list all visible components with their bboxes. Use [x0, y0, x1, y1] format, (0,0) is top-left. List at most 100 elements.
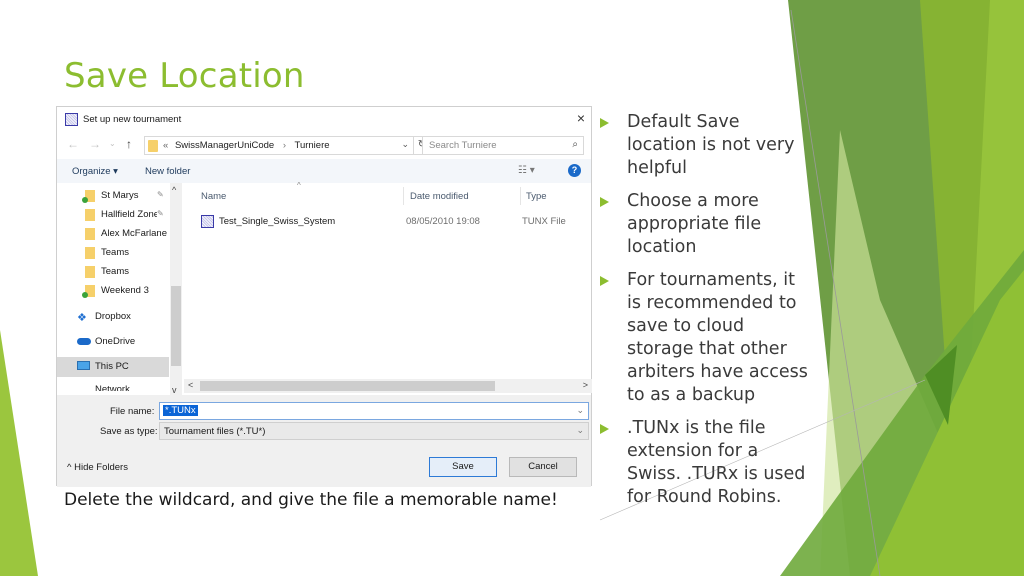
slide-caption: Delete the wildcard, and give the file a…	[64, 490, 558, 510]
triangle-bullet-icon	[600, 118, 609, 128]
breadcrumb-item[interactable]: Turniere	[295, 140, 330, 151]
file-list: ^ Name Date modified Type Test_Single_Sw…	[184, 181, 592, 379]
search-placeholder: Search Turniere	[429, 140, 497, 151]
help-icon[interactable]: ?	[568, 164, 581, 177]
scroll-down-icon[interactable]: v	[172, 385, 177, 395]
dialog-titlebar: Set up new tournament ×	[57, 107, 591, 133]
nav-pane-scrollbar[interactable]: ^ v	[170, 183, 182, 395]
left-accent-shape	[0, 330, 38, 576]
column-header-type[interactable]: Type	[526, 191, 547, 202]
bullet-item: Default Save location is not very helpfu…	[597, 111, 812, 180]
column-header-name[interactable]: Name	[201, 191, 226, 202]
app-icon	[65, 113, 78, 126]
bullet-text: Default Save location is not very helpfu…	[627, 112, 795, 178]
breadcrumb: « SwissManagerUniCode › Turniere	[163, 140, 330, 151]
file-name: Test_Single_Swiss_System	[219, 216, 336, 227]
scrollbar-thumb[interactable]	[200, 381, 495, 391]
chevron-down-icon[interactable]: ⌄	[576, 425, 584, 436]
folder-icon	[148, 140, 158, 152]
file-name-label: File name:	[110, 406, 155, 417]
file-name-value[interactable]: *.TUNx	[163, 405, 198, 416]
dialog-title: Set up new tournament	[83, 114, 182, 125]
nav-item-weekend-3[interactable]: Weekend 3	[57, 281, 169, 301]
hide-folders-button[interactable]: ^ Hide Folders	[67, 462, 128, 473]
nav-item-teams[interactable]: Teams	[57, 262, 169, 282]
nav-item-label: This PC	[95, 361, 129, 372]
bullet-item: For tournaments, it is recommended to sa…	[597, 269, 812, 407]
nav-item-st-marys[interactable]: St Marys ✎	[57, 186, 169, 206]
view-options-icon[interactable]: ☷ ▾	[518, 165, 535, 176]
column-header-date-modified[interactable]: Date modified	[410, 191, 469, 202]
dropbox-icon: ❖	[77, 312, 87, 324]
scroll-left-icon[interactable]: <	[188, 380, 193, 390]
back-arrow-icon[interactable]: ←	[67, 137, 79, 151]
sync-check-icon	[82, 292, 88, 298]
nav-item-label: St Marys	[101, 190, 139, 201]
nav-item-network[interactable]: Network	[57, 379, 169, 391]
triangle-bullet-icon	[600, 276, 609, 286]
scroll-right-icon[interactable]: >	[583, 380, 588, 390]
scroll-up-icon[interactable]: ^	[172, 185, 176, 195]
nav-item-label: OneDrive	[95, 336, 136, 347]
nav-item-label: Alex McFarlane I	[101, 228, 171, 239]
save-button[interactable]: Save	[429, 457, 497, 477]
computer-icon	[77, 361, 90, 370]
bullet-text: For tournaments, it is recommended to sa…	[627, 270, 808, 405]
tournament-file-icon	[201, 215, 214, 228]
dialog-footer: File name: *.TUNx ⌄ Save as type: Tourna…	[57, 395, 591, 487]
bullet-text: .TUNx is the file extension for a Swiss.…	[627, 418, 806, 507]
triangle-bullet-icon	[600, 424, 609, 434]
nav-item-hallfield-zone[interactable]: Hallfield Zone ✎	[57, 205, 169, 225]
cancel-button[interactable]: Cancel	[509, 457, 577, 477]
breadcrumb-item[interactable]: SwissManagerUniCode	[175, 140, 274, 151]
nav-item-label: Teams	[101, 266, 129, 277]
navigation-pane: St Marys ✎ Hallfield Zone ✎ Alex McFarla…	[57, 183, 182, 393]
pin-icon: ✎	[157, 190, 164, 199]
search-input[interactable]: Search Turniere ⌕	[422, 136, 584, 155]
chevron-down-icon[interactable]: ⌄	[401, 139, 409, 150]
onedrive-cloud-icon	[77, 338, 91, 345]
new-folder-button[interactable]: New folder	[145, 166, 190, 177]
up-arrow-icon[interactable]: ↑	[126, 137, 132, 151]
save-file-dialog: Set up new tournament × ← → ⌄ ↑ « SwissM…	[56, 106, 592, 487]
bullet-item: Choose a more appropriate file location	[597, 190, 812, 259]
search-icon[interactable]: ⌕	[572, 139, 578, 150]
dialog-toolbar: Organize ▾ New folder ☷ ▾ ?	[57, 159, 591, 183]
organize-button[interactable]: Organize ▾	[72, 166, 118, 177]
sort-ascending-icon: ^	[297, 181, 301, 190]
chevron-down-icon[interactable]: ⌄	[576, 405, 584, 416]
folder-icon	[85, 266, 95, 278]
nav-item-alex-mcfarlane[interactable]: Alex McFarlane I	[57, 224, 171, 244]
forward-arrow-icon[interactable]: →	[89, 137, 101, 151]
triangle-bullet-icon	[600, 197, 609, 207]
bullet-list: Default Save location is not very helpfu…	[597, 111, 812, 519]
nav-item-label: Teams	[101, 247, 129, 258]
file-list-horizontal-scrollbar[interactable]: < >	[184, 379, 592, 393]
slide-title: Save Location	[64, 56, 305, 96]
nav-item-label: Dropbox	[95, 311, 131, 322]
address-bar[interactable]: « SwissManagerUniCode › Turniere ⌄	[144, 136, 414, 155]
nav-item-dropbox[interactable]: ❖ Dropbox	[57, 307, 169, 327]
save-as-type-value: Tournament files (*.TU*)	[164, 426, 266, 437]
nav-item-label: Weekend 3	[101, 285, 149, 296]
recent-locations-icon[interactable]: ⌄	[109, 139, 116, 148]
file-row[interactable]: Test_Single_Swiss_System 08/05/2010 19:0…	[198, 213, 578, 231]
folder-icon	[85, 209, 95, 221]
nav-item-teams[interactable]: Teams	[57, 243, 169, 263]
file-type: TUNX File	[522, 216, 566, 227]
save-as-type-select[interactable]: Tournament files (*.TU*) ⌄	[159, 422, 589, 440]
scrollbar-thumb[interactable]	[171, 286, 181, 366]
breadcrumb-separator-icon: ›	[282, 140, 287, 151]
file-name-input[interactable]: *.TUNx ⌄	[159, 402, 589, 420]
sync-check-icon	[82, 197, 88, 203]
column-divider[interactable]	[520, 187, 521, 205]
nav-item-this-pc[interactable]: This PC	[57, 357, 169, 377]
nav-item-onedrive[interactable]: OneDrive	[57, 332, 169, 352]
folder-icon	[85, 247, 95, 259]
breadcrumb-overflow[interactable]: «	[163, 140, 168, 151]
pin-icon: ✎	[157, 209, 164, 218]
navigation-bar: ← → ⌄ ↑ « SwissManagerUniCode › Turniere…	[57, 133, 591, 157]
close-icon[interactable]: ×	[577, 110, 585, 126]
column-divider[interactable]	[403, 187, 404, 205]
file-date-modified: 08/05/2010 19:08	[406, 216, 480, 227]
